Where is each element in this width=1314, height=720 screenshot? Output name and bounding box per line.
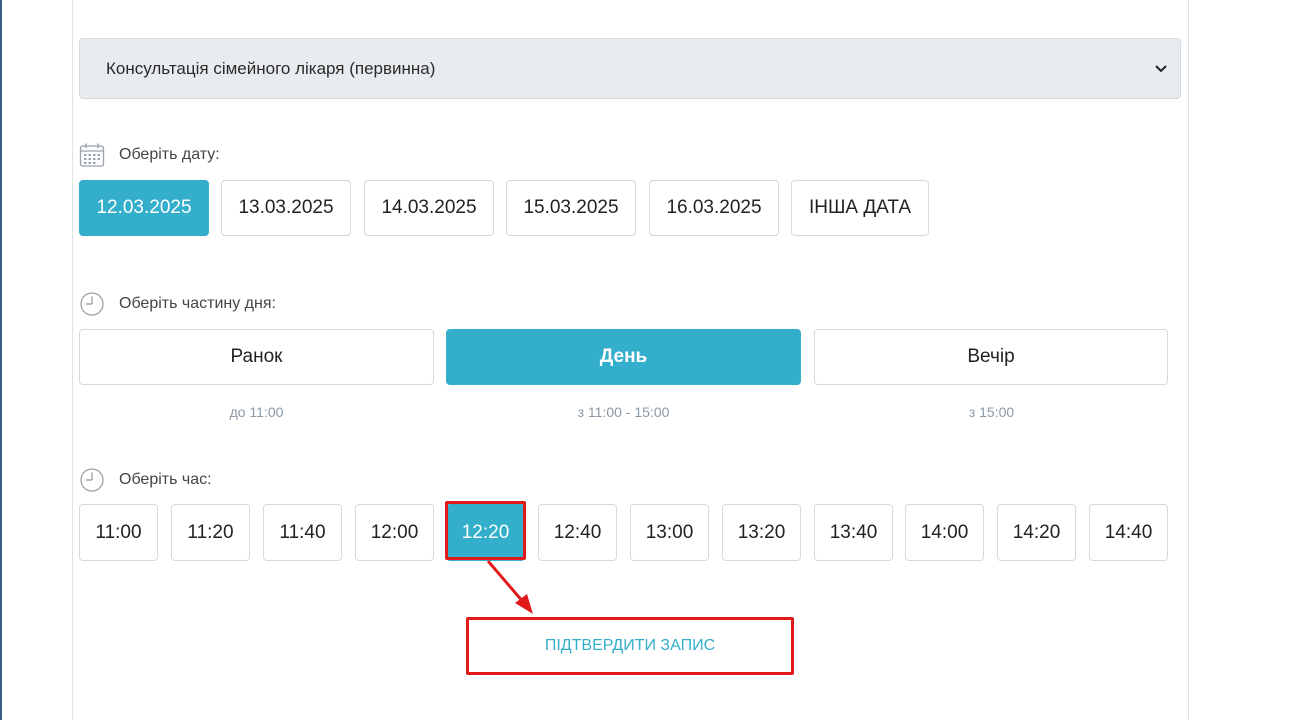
part-section-title: Оберіть частину дня: bbox=[119, 295, 276, 312]
date-button-1[interactable]: 12.03.2025 bbox=[79, 180, 209, 236]
service-select-value: Консультація сімейного лікаря (первинна) bbox=[106, 58, 436, 78]
time-section-title: Оберіть час: bbox=[119, 471, 212, 488]
part-morning-range: до 11:00 bbox=[229, 404, 284, 420]
clock-icon bbox=[79, 467, 105, 493]
time-slot-button[interactable]: 11:40 bbox=[263, 504, 342, 561]
date-button-4[interactable]: 15.03.2025 bbox=[506, 180, 636, 236]
part-day-button[interactable]: День bbox=[446, 329, 801, 385]
time-slot-button[interactable]: 13:40 bbox=[814, 504, 893, 561]
time-slot-button[interactable]: 13:00 bbox=[630, 504, 709, 561]
confirm-appointment-label: ПІДТВЕРДИТИ ЗАПИС bbox=[544, 637, 716, 654]
time-slot-button[interactable]: 11:00 bbox=[79, 504, 158, 561]
clock-icon bbox=[79, 291, 105, 317]
part-section-label: Оберіть частину дня: bbox=[79, 291, 276, 317]
calendar-icon bbox=[79, 142, 105, 168]
time-slot-button-selected[interactable]: 12:20 bbox=[446, 504, 525, 561]
time-slot-button[interactable]: 14:40 bbox=[1089, 504, 1168, 561]
time-section-label: Оберіть час: bbox=[79, 467, 212, 493]
date-section-title: Оберіть дату: bbox=[119, 146, 220, 163]
time-slot-button[interactable]: 12:40 bbox=[538, 504, 617, 561]
part-evening-button[interactable]: Вечір bbox=[814, 329, 1168, 385]
date-section-label: Оберіть дату: bbox=[79, 142, 220, 168]
chevron-down-icon bbox=[1154, 62, 1168, 76]
date-button-3[interactable]: 14.03.2025 bbox=[364, 180, 494, 236]
time-slot-button[interactable]: 13:20 bbox=[722, 504, 801, 561]
date-button-5[interactable]: 16.03.2025 bbox=[649, 180, 779, 236]
service-select[interactable]: Консультація сімейного лікаря (первинна) bbox=[79, 38, 1181, 99]
time-slot-button[interactable]: 14:00 bbox=[905, 504, 984, 561]
time-slot-button[interactable]: 14:20 bbox=[997, 504, 1076, 561]
left-border bbox=[0, 0, 2, 720]
part-morning-button[interactable]: Ранок bbox=[79, 329, 434, 385]
time-slot-button[interactable]: 11:20 bbox=[171, 504, 250, 561]
part-evening-range: з 15:00 bbox=[968, 404, 1015, 420]
date-button-2[interactable]: 13.03.2025 bbox=[221, 180, 351, 236]
confirm-appointment-button[interactable]: ПІДТВЕРДИТИ ЗАПИС bbox=[466, 617, 794, 675]
part-day-range: з 11:00 - 15:00 bbox=[577, 404, 670, 420]
time-slot-button[interactable]: 12:00 bbox=[355, 504, 434, 561]
other-date-button[interactable]: ІНША ДАТА bbox=[791, 180, 929, 236]
